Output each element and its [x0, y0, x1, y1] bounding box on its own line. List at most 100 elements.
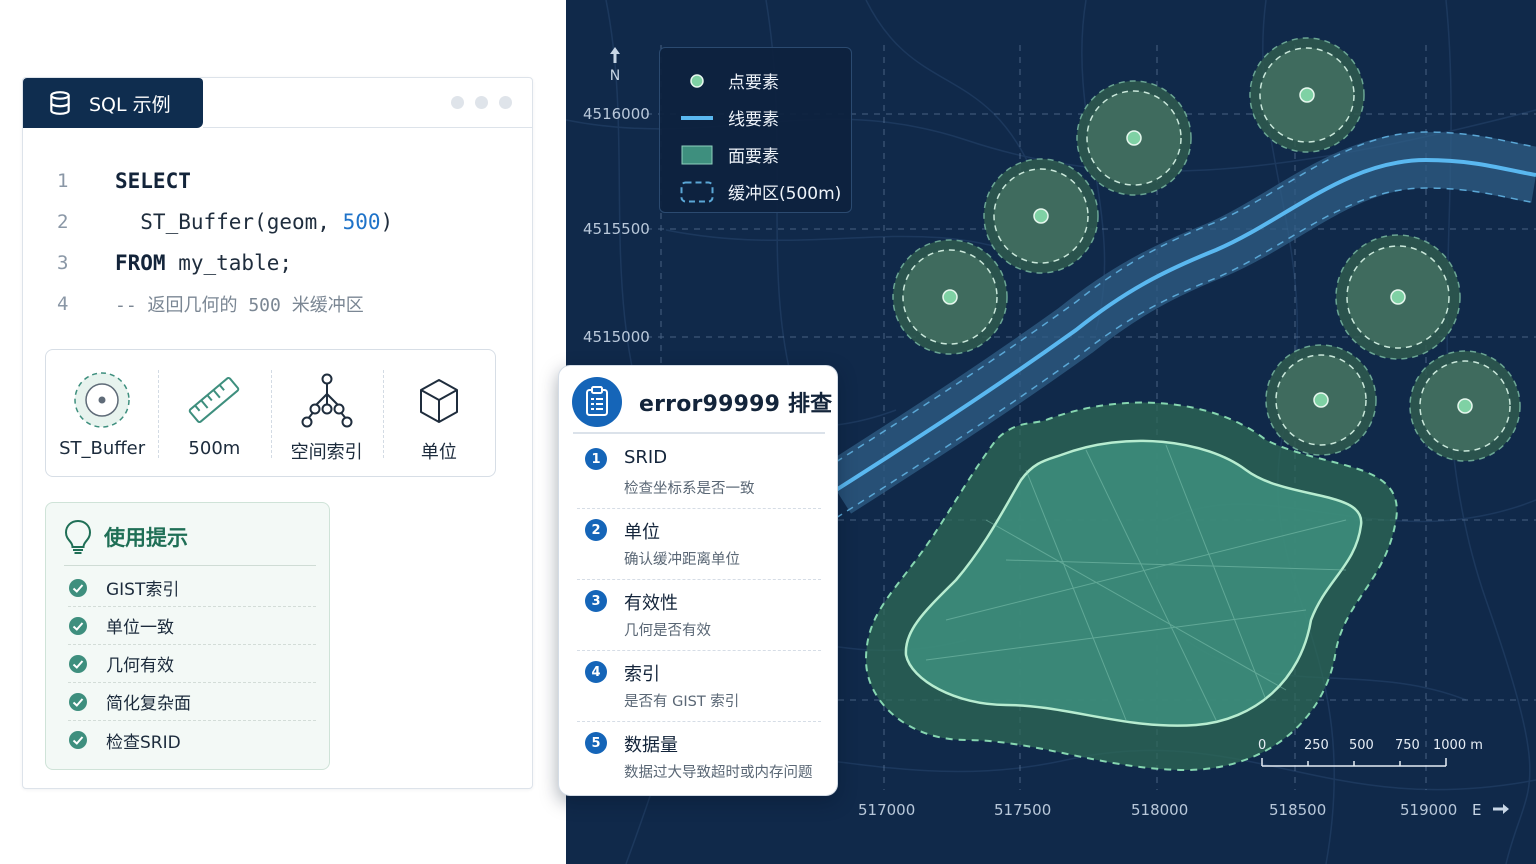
line-number: 4 — [57, 292, 69, 315]
database-icon — [50, 91, 70, 115]
troubleshoot-item-index[interactable]: 4 索引 是否有 GIST 索引 — [577, 651, 821, 722]
y-tick-label: 4515500 — [583, 220, 650, 238]
error-card-header: error99999 排查 — [571, 376, 832, 428]
step-description: 检查坐标系是否一致 — [624, 481, 755, 497]
step-title: SRID — [624, 447, 668, 468]
tip-item: 简化复杂面 — [68, 683, 316, 721]
step-title: 索引 — [624, 664, 660, 685]
point-feature[interactable] — [1076, 80, 1192, 196]
function-label: 500m — [188, 438, 241, 459]
x-tick-label: 517500 — [994, 801, 1052, 819]
check-circle-icon — [69, 731, 87, 749]
scale-label: 750 — [1395, 738, 1420, 753]
buffer-symbol-icon — [680, 181, 714, 203]
scale-label: 0 — [1258, 738, 1267, 753]
east-label: E — [1472, 801, 1482, 819]
legend-label: 点要素 — [728, 73, 779, 93]
point-symbol-icon — [680, 70, 714, 92]
check-circle-icon — [69, 578, 87, 597]
scale-label: 500 — [1349, 738, 1374, 753]
app-canvas: N 4516000 4515500 4515000 517000 5 1 7500 … — [0, 0, 1536, 864]
scale-label: 1000 m — [1433, 738, 1483, 753]
usage-tips-panel: 使用提示 GIST索引 单位一致 几何有效 简化复杂面 检查SRID — [45, 502, 330, 770]
tip-item: GIST索引 — [68, 569, 316, 607]
troubleshoot-item-srid[interactable]: 1 SRID 检查坐标系是否一致 — [577, 438, 821, 509]
spatial-index-tree-icon — [297, 370, 357, 430]
code-text: FROM my_table; — [115, 251, 292, 275]
point-feature[interactable] — [1409, 350, 1521, 462]
tip-item: 检查SRID — [68, 721, 316, 759]
y-tick-label: 4515000 — [583, 328, 650, 346]
code-editor[interactable]: 1 SELECT 2 ST_Buffer(geom, 500) 3 FROM m… — [23, 160, 532, 324]
tips-title: 使用提示 — [104, 526, 188, 550]
step-title: 有效性 — [624, 593, 678, 614]
code-line: 3 FROM my_table; — [23, 242, 532, 283]
function-item-st-buffer[interactable]: ST_Buffer — [46, 350, 158, 476]
troubleshoot-list: 1 SRID 检查坐标系是否一致 2 单位 确认缓冲距离单位 3 有效性 几何是… — [577, 438, 821, 793]
code-comment: -- 返回几何的 500 米缓冲区 — [115, 294, 364, 316]
buffer-circle-icon — [72, 370, 132, 430]
function-item-spatial-index[interactable]: 空间索引 — [270, 350, 383, 476]
tip-text: 单位一致 — [106, 618, 174, 638]
tab-divider — [203, 127, 533, 128]
north-arrow: N — [608, 46, 622, 84]
troubleshoot-item-validity[interactable]: 3 有效性 几何是否有效 — [577, 580, 821, 651]
sql-example-card: SQL 示例 1 SELECT 2 ST_Buffer(geom, 500) 3… — [22, 77, 533, 789]
step-number-badge: 1 — [585, 448, 607, 470]
check-circle-icon — [69, 616, 87, 635]
x-tick-label: 518500 — [1269, 801, 1327, 819]
error-troubleshoot-card: error99999 排查 1 SRID 检查坐标系是否一致 2 单位 确认缓冲… — [558, 365, 838, 796]
lightbulb-icon — [64, 519, 92, 554]
function-item-unit[interactable]: 单位 — [382, 350, 495, 476]
point-feature[interactable] — [1335, 234, 1461, 360]
tab-sql-example[interactable]: SQL 示例 — [23, 78, 203, 128]
troubleshoot-item-data-volume[interactable]: 5 数据量 数据过大导致超时或内存问题 — [577, 722, 821, 793]
check-circle-icon — [69, 654, 87, 673]
scale-label: 250 — [1304, 738, 1329, 753]
window-controls — [451, 96, 512, 109]
tip-text: GIST索引 — [106, 580, 180, 600]
tip-text: 简化复杂面 — [106, 694, 191, 714]
troubleshoot-item-unit[interactable]: 2 单位 确认缓冲距离单位 — [577, 509, 821, 580]
error-card-title: error99999 排查 — [639, 392, 833, 417]
code-text: SELECT — [115, 169, 191, 193]
function-strip: ST_Buffer 500m 空间索引 单位 — [45, 349, 496, 477]
sql-keyword: FROM — [115, 250, 166, 275]
line-symbol-icon — [680, 107, 714, 129]
code-fragment: ST_Buffer(geom, — [115, 209, 343, 234]
arrow-up-icon — [610, 47, 620, 63]
step-number-badge: 3 — [585, 590, 607, 612]
function-label: ST_Buffer — [59, 438, 146, 459]
window-dot[interactable] — [499, 96, 512, 109]
tips-divider — [64, 565, 316, 566]
point-feature[interactable] — [1249, 37, 1365, 153]
x-tick-label: 517000 — [858, 801, 916, 819]
scale-bar: 0 250 500 750 1000 m — [1256, 738, 1483, 772]
legend-item-polygon: 面要素 — [680, 136, 851, 173]
north-label: N — [609, 68, 621, 84]
sql-keyword: SELECT — [115, 168, 191, 193]
code-line: 4 -- 返回几何的 500 米缓冲区 — [23, 283, 532, 324]
y-tick-label: 4516000 — [583, 105, 650, 123]
point-feature[interactable] — [1265, 344, 1377, 456]
legend-label: 面要素 — [728, 147, 779, 167]
tab-label: SQL 示例 — [89, 93, 171, 116]
ruler-icon — [184, 370, 244, 430]
tips-list: GIST索引 单位一致 几何有效 简化复杂面 检查SRID — [68, 569, 316, 759]
function-item-distance[interactable]: 500m — [158, 350, 270, 476]
legend-item-point: 点要素 — [680, 62, 851, 99]
point-feature[interactable] — [892, 239, 1008, 355]
window-dot[interactable] — [451, 96, 464, 109]
legend-label: 线要素 — [728, 110, 779, 130]
x-tick-label: 518000 — [1131, 801, 1189, 819]
error-card-divider — [573, 432, 825, 434]
function-label: 单位 — [420, 442, 457, 463]
scale-ruler — [1261, 758, 1447, 767]
line-number: 3 — [57, 251, 69, 274]
tip-item: 单位一致 — [68, 607, 316, 645]
point-feature[interactable] — [983, 158, 1099, 274]
step-number-badge: 5 — [585, 732, 607, 754]
polygon-symbol-icon — [680, 144, 714, 166]
line-number: 2 — [57, 210, 69, 233]
window-dot[interactable] — [475, 96, 488, 109]
